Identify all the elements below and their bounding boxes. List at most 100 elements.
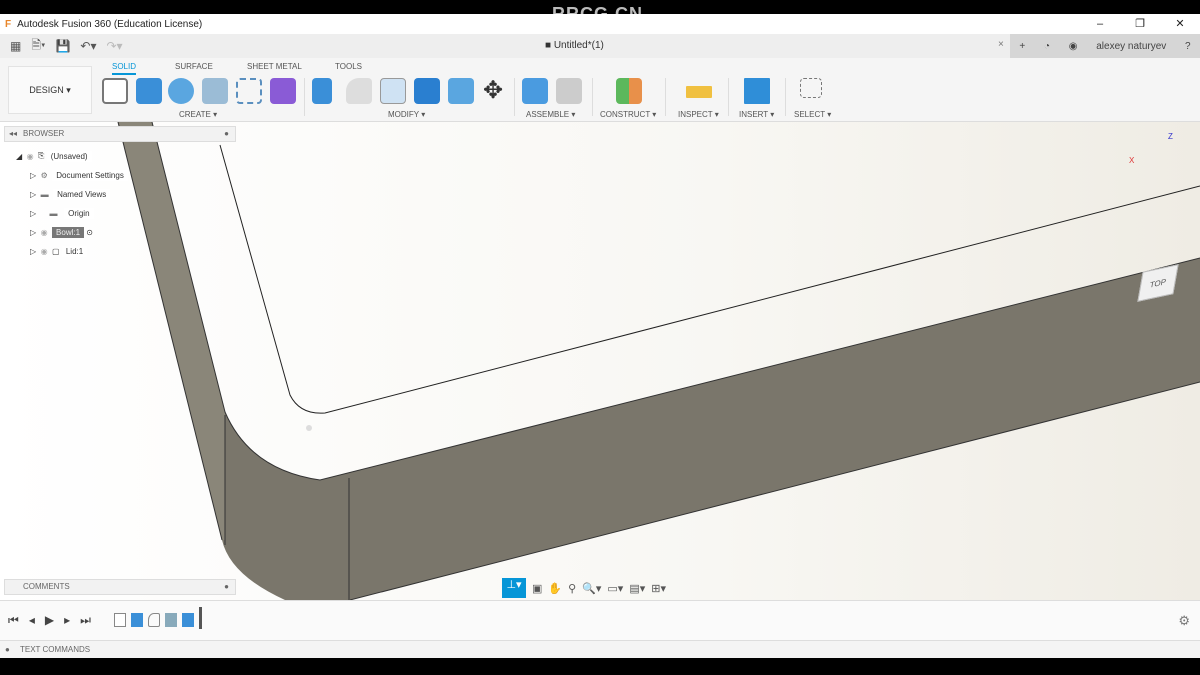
expand-icon[interactable]: ▷	[30, 190, 36, 199]
zoom-icon[interactable]: ⚲	[568, 582, 576, 595]
create-menu[interactable]: CREATE ▾	[179, 110, 217, 119]
construct-plane-icon[interactable]	[616, 78, 642, 104]
form-icon[interactable]	[270, 78, 296, 104]
assemble-menu[interactable]: ASSEMBLE ▾	[526, 110, 575, 119]
expand-icon[interactable]: ▷	[30, 209, 36, 218]
tree-item-lid[interactable]: ▷ ◉ ▢ Lid:1	[30, 243, 88, 259]
expand-icon[interactable]: ◢	[16, 152, 22, 161]
user-name[interactable]: alexey naturyev	[1096, 41, 1166, 52]
bottom-border	[0, 658, 1200, 675]
move-icon[interactable]: ✥	[480, 78, 506, 104]
component-icon: ▢	[52, 246, 60, 256]
shell-icon[interactable]	[380, 78, 406, 104]
play-icon[interactable]: ▶	[45, 613, 54, 628]
eye-icon[interactable]: ◉	[41, 228, 48, 237]
expand-icon[interactable]: ▷	[30, 247, 36, 256]
tree-item-label: Lid:1	[61, 245, 88, 257]
tree-item-bowl[interactable]: ▷ ◉ Bowl:1 ⊙	[30, 224, 93, 240]
timeline-fillet-feature[interactable]	[148, 613, 160, 627]
revolve-icon[interactable]	[168, 78, 194, 104]
tree-root[interactable]: ◢ ◉ ⎘ (Unsaved)	[16, 148, 92, 164]
grid-settings-icon[interactable]: ▤▾	[629, 582, 645, 595]
tab-sheet-metal[interactable]: SHEET METAL	[247, 62, 302, 71]
browser-pin-icon[interactable]: ●	[224, 127, 229, 141]
extrude-icon[interactable]	[136, 78, 162, 104]
modify-menu[interactable]: MODIFY ▾	[388, 110, 425, 119]
step-forward-icon[interactable]: ▸	[64, 613, 70, 628]
text-commands-panel[interactable]: ● TEXT COMMANDS	[0, 640, 1200, 658]
tree-item-label: Named Views	[53, 188, 111, 200]
hole-icon[interactable]	[202, 78, 228, 104]
folder-icon: ▬	[49, 208, 58, 218]
timeline-split-feature[interactable]	[182, 613, 194, 627]
split-body-icon[interactable]	[448, 78, 474, 104]
eye-icon[interactable]: ◉	[27, 152, 34, 161]
press-pull-icon[interactable]	[312, 78, 332, 104]
tree-item-origin[interactable]: ▷ ▬ Origin	[30, 205, 94, 221]
tree-item-named-views[interactable]: ▷ ▬ Named Views	[30, 186, 111, 202]
undo-icon[interactable]: ↶▾	[80, 39, 96, 53]
timeline-marker[interactable]	[199, 607, 202, 629]
ribbon: DESIGN ▾ SOLID SURFACE SHEET METAL TOOLS…	[0, 58, 1200, 122]
workspace-switcher[interactable]: DESIGN ▾	[8, 66, 92, 114]
text-commands-pin-icon[interactable]: ●	[5, 641, 10, 658]
timeline-shell-feature[interactable]	[165, 613, 177, 627]
pan-icon[interactable]: ✋	[548, 582, 562, 595]
model-geometry	[117, 122, 1200, 600]
file-menu-icon[interactable]: 🗎▾	[31, 36, 45, 57]
maximize-button[interactable]: ❐	[1120, 14, 1160, 34]
timeline-sketch-feature[interactable]	[114, 613, 126, 627]
inspect-menu[interactable]: INSPECT ▾	[678, 110, 719, 119]
close-button[interactable]: ✕	[1160, 14, 1200, 34]
insert-image-icon[interactable]	[744, 78, 770, 104]
new-tab-icon[interactable]: +	[1019, 41, 1025, 52]
notifications-icon[interactable]: ◉	[1069, 41, 1078, 52]
new-component-icon[interactable]	[522, 78, 548, 104]
construct-menu[interactable]: CONSTRUCT ▾	[600, 110, 656, 119]
fit-icon[interactable]: 🔍▾	[582, 582, 601, 595]
timeline-settings-icon[interactable]: ⚙	[1178, 613, 1190, 629]
orbit-constraint-icon[interactable]: ⊥▾	[502, 578, 526, 598]
close-tab-button[interactable]: ×	[998, 39, 1004, 50]
go-to-start-icon[interactable]: ⏮	[8, 613, 19, 628]
tab-tools[interactable]: TOOLS	[335, 62, 362, 71]
collapse-browser-icon[interactable]: ◂◂	[9, 127, 17, 141]
browser-panel-header[interactable]: ◂◂ BROWSER ●	[4, 126, 236, 142]
redo-icon[interactable]: ↷▾	[106, 39, 122, 53]
combine-icon[interactable]	[414, 78, 440, 104]
save-icon[interactable]: 💾	[55, 39, 70, 53]
help-icon[interactable]: ?	[1185, 41, 1191, 52]
insert-menu[interactable]: INSERT ▾	[739, 110, 774, 119]
go-to-end-icon[interactable]: ⏭	[80, 613, 91, 628]
comments-panel[interactable]: COMMENTS ●	[4, 579, 236, 595]
select-menu[interactable]: SELECT ▾	[794, 110, 831, 119]
activate-radio-icon[interactable]: ⊙	[86, 228, 93, 237]
document-tab[interactable]: ■ Untitled*(1)	[545, 40, 604, 51]
tree-item-document-settings[interactable]: ▷ ⚙ Document Settings	[30, 167, 128, 183]
fusion-logo-icon: F	[5, 18, 12, 30]
joint-icon[interactable]	[556, 78, 582, 104]
select-icon[interactable]	[800, 78, 822, 98]
step-back-icon[interactable]: ◂	[29, 613, 35, 628]
look-at-icon[interactable]: ▣	[532, 582, 542, 595]
top-border: RRCG.CN	[0, 0, 1200, 24]
timeline-extrude-feature[interactable]	[131, 613, 143, 627]
pattern-icon[interactable]	[236, 78, 262, 104]
fillet-icon[interactable]	[346, 78, 372, 104]
create-sketch-icon[interactable]	[102, 78, 128, 104]
display-settings-icon[interactable]: ▭▾	[607, 582, 623, 595]
tab-solid[interactable]: SOLID	[112, 62, 137, 75]
comments-pin-icon[interactable]: ●	[224, 580, 229, 594]
document-tab-label: Untitled*(1)	[553, 40, 604, 51]
minimize-button[interactable]: –	[1080, 14, 1120, 34]
expand-icon[interactable]: ▷	[30, 228, 36, 237]
text-commands-label: TEXT COMMANDS	[20, 645, 91, 654]
job-status-icon[interactable]: ◔	[1044, 41, 1050, 52]
3d-viewport[interactable]: TOP X Z	[0, 122, 1200, 600]
expand-icon[interactable]: ▷	[30, 171, 36, 180]
viewports-icon[interactable]: ⊞▾	[651, 582, 666, 595]
eye-icon[interactable]: ◉	[41, 247, 48, 256]
measure-icon[interactable]	[686, 86, 712, 98]
tab-surface[interactable]: SURFACE	[175, 62, 213, 71]
app-grid-icon[interactable]: ▦	[10, 39, 21, 53]
